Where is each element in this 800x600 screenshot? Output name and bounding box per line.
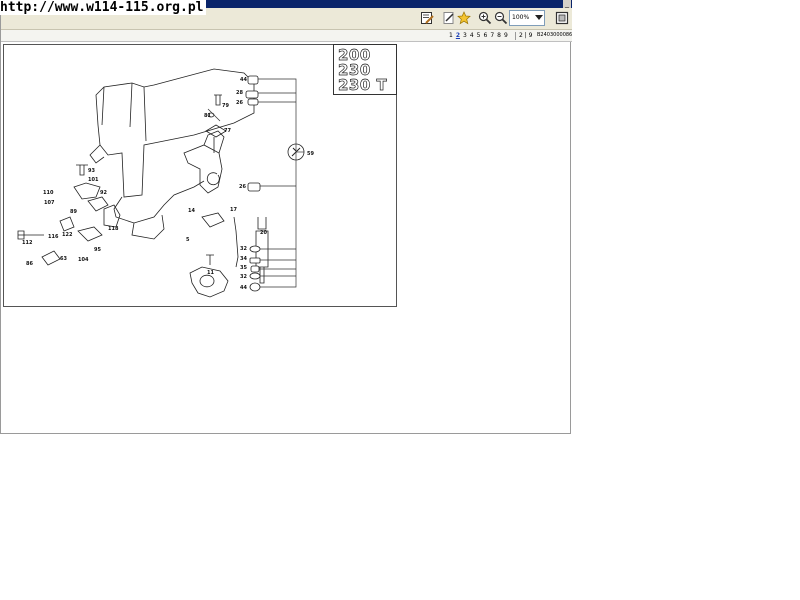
divider xyxy=(515,32,516,40)
part-label: 92 xyxy=(100,190,107,196)
part-label: 104 xyxy=(78,257,89,263)
zoom-out-button[interactable] xyxy=(493,10,509,26)
part-label: 81 xyxy=(204,113,211,119)
part-label: 35 xyxy=(240,265,247,271)
page-links: 123456789 xyxy=(449,31,511,40)
zoom-in-icon xyxy=(478,11,492,25)
part-label: 28 xyxy=(236,90,243,96)
page-view-button[interactable] xyxy=(554,10,570,26)
part-label: 77 xyxy=(224,128,231,134)
minimize-button[interactable]: _ xyxy=(563,0,571,8)
page-link[interactable]: 1 xyxy=(449,32,453,39)
page-link[interactable]: 7 xyxy=(490,32,494,39)
page-navigation: 123456789 2 | 9 B2403000086 xyxy=(1,30,572,42)
model-applicability-box: 200 230 230 T xyxy=(333,44,397,95)
part-label: 32 xyxy=(240,274,247,280)
part-label: 89 xyxy=(70,209,77,215)
part-label: 95 xyxy=(94,247,101,253)
page-link[interactable]: 9 xyxy=(504,32,508,39)
part-label: 122 xyxy=(62,232,73,238)
part-label: 110 xyxy=(43,190,54,196)
zoom-out-icon xyxy=(494,11,508,25)
star-icon xyxy=(457,11,471,25)
document-code: B2403000086 xyxy=(537,32,573,38)
part-label: 79 xyxy=(222,103,229,109)
zoom-dropdown-button[interactable] xyxy=(533,10,545,26)
part-label: 34 xyxy=(240,256,247,262)
part-label: 26 xyxy=(239,184,246,190)
part-label: 44 xyxy=(240,77,247,83)
chevron-down-icon xyxy=(535,15,543,20)
part-label: 116 xyxy=(48,234,59,240)
page-link[interactable]: 5 xyxy=(477,32,481,39)
page-link[interactable]: 8 xyxy=(497,32,501,39)
page-link[interactable]: 6 xyxy=(484,32,488,39)
part-label: 11 xyxy=(207,270,214,276)
part-label: 26 xyxy=(236,100,243,106)
part-label: 32 xyxy=(240,246,247,252)
page-link[interactable]: 2 xyxy=(456,32,460,39)
part-label: 59 xyxy=(307,151,314,157)
model-label: 230 T xyxy=(338,76,388,94)
page-edit-button[interactable] xyxy=(441,10,457,26)
part-label: 5 xyxy=(186,237,190,243)
part-label: 17 xyxy=(230,207,237,213)
part-label: 107 xyxy=(44,200,55,206)
part-label: 86 xyxy=(26,261,33,267)
edit-note-button[interactable] xyxy=(419,10,435,26)
part-label: 118 xyxy=(108,226,119,232)
page-link[interactable]: 3 xyxy=(463,32,467,39)
edit-note-icon xyxy=(421,12,434,24)
zoom-in-button[interactable] xyxy=(477,10,493,26)
url-overlay: http://www.w114-115.org.pl xyxy=(0,0,206,15)
part-label: 112 xyxy=(22,240,33,246)
part-label: 14 xyxy=(188,208,195,214)
part-label: 44 xyxy=(240,285,247,291)
favorite-button[interactable] xyxy=(456,10,472,26)
part-label: 93 xyxy=(88,168,95,174)
page-view-icon xyxy=(555,11,569,25)
part-label: 101 xyxy=(88,177,99,183)
part-label: 63 xyxy=(60,256,67,262)
page-edit-icon xyxy=(443,12,454,24)
page-indicator: 2 | 9 xyxy=(519,32,533,39)
page-link[interactable]: 4 xyxy=(470,32,474,39)
part-label: 20 xyxy=(260,230,267,236)
